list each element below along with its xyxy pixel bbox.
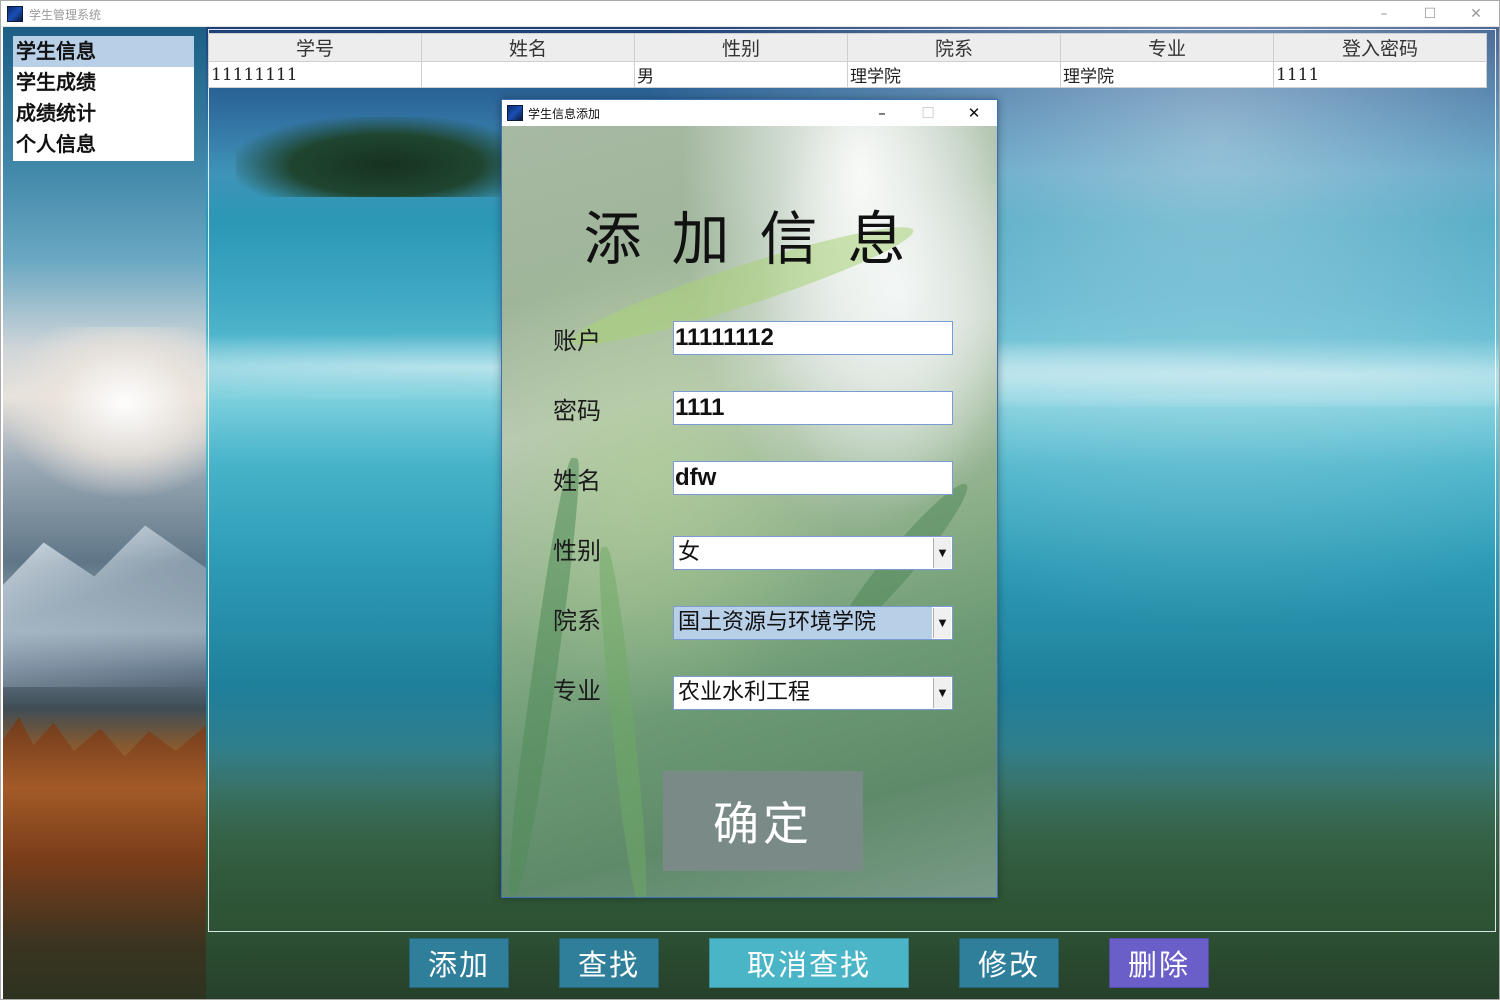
leaf-decoration <box>593 545 653 897</box>
dialog-maximize-button: ☐ <box>921 104 935 122</box>
dialog-body: 添加信息 账户 密码 姓名 性别 女 ▼ 院系 国土资源与环境学院 ▼ 专业 农… <box>502 126 997 897</box>
dialog-app-icon <box>507 105 523 121</box>
student-table: 学号 姓名 性别 院系 专业 登入密码 11111111 男 理学院 理学院 1… <box>208 33 1487 88</box>
mountain-decoration <box>3 525 206 687</box>
column-header-student-id[interactable]: 学号 <box>208 33 422 62</box>
gender-select-value: 女 <box>678 540 701 565</box>
table-cell[interactable]: 男 <box>634 61 848 88</box>
sidebar-item-student-info[interactable]: 学生信息 <box>13 36 194 67</box>
name-field[interactable] <box>673 461 953 495</box>
table-row[interactable]: 11111111 男 理学院 理学院 1111 <box>208 61 1487 88</box>
table-cell[interactable]: 11111111 <box>208 61 422 88</box>
name-label: 姓名 <box>553 467 601 495</box>
dialog-heading: 添加信息 <box>583 205 936 273</box>
add-button[interactable]: 添加 <box>409 938 509 988</box>
account-label: 账户 <box>553 327 601 355</box>
sidebar-nav: 学生信息 学生成绩 成绩统计 个人信息 <box>13 36 194 161</box>
column-header-major[interactable]: 专业 <box>1060 33 1274 62</box>
table-cell[interactable] <box>421 61 635 88</box>
gender-label: 性别 <box>553 537 601 565</box>
column-header-password[interactable]: 登入密码 <box>1273 33 1487 62</box>
account-field[interactable] <box>673 321 953 355</box>
edit-button[interactable]: 修改 <box>959 938 1059 988</box>
minimize-button[interactable]: – <box>1361 1 1407 27</box>
column-header-name[interactable]: 姓名 <box>421 33 635 62</box>
app-icon <box>7 6 23 22</box>
chevron-down-icon[interactable]: ▼ <box>933 608 951 638</box>
department-label: 院系 <box>553 607 601 635</box>
cloud-decoration <box>3 327 206 497</box>
chevron-down-icon[interactable]: ▼ <box>933 538 951 568</box>
delete-button[interactable]: 删除 <box>1109 938 1209 988</box>
column-header-gender[interactable]: 性别 <box>634 33 848 62</box>
major-select[interactable]: 农业水利工程 ▼ <box>673 676 953 710</box>
sidebar-item-score-stats[interactable]: 成绩统计 <box>13 98 194 129</box>
department-select-value: 国土资源与环境学院 <box>674 607 932 639</box>
sidebar-item-personal-info[interactable]: 个人信息 <box>13 129 194 160</box>
table-cell[interactable]: 1111 <box>1273 61 1487 88</box>
dialog-close-button[interactable]: ✕ <box>951 100 997 126</box>
password-field[interactable] <box>673 391 953 425</box>
window-controls: – ☐ ✕ <box>1361 1 1499 27</box>
chevron-down-icon[interactable]: ▼ <box>933 678 951 708</box>
password-label: 密码 <box>553 397 601 425</box>
maximize-button[interactable]: ☐ <box>1407 1 1453 27</box>
table-header-row: 学号 姓名 性别 院系 专业 登入密码 <box>208 33 1487 62</box>
main-titlebar: 学生管理系统 – ☐ ✕ <box>1 1 1499 27</box>
sidebar-item-student-scores[interactable]: 学生成绩 <box>13 67 194 98</box>
close-button[interactable]: ✕ <box>1453 1 1499 27</box>
add-student-dialog: 学生信息添加 – ☐ ✕ 添加信息 账户 密码 姓名 性别 女 ▼ 院系 国土资… <box>501 99 998 898</box>
dialog-titlebar: 学生信息添加 – ☐ ✕ <box>502 100 997 126</box>
column-header-department[interactable]: 院系 <box>847 33 1061 62</box>
department-select[interactable]: 国土资源与环境学院 ▼ <box>673 606 953 640</box>
table-cell[interactable]: 理学院 <box>1060 61 1274 88</box>
forest-decoration <box>3 717 206 999</box>
action-bar: 添加 查找 取消查找 修改 删除 <box>206 931 1499 999</box>
window-title: 学生管理系统 <box>29 8 102 22</box>
table-cell[interactable]: 理学院 <box>847 61 1061 88</box>
left-scenic-panel <box>3 27 206 999</box>
dialog-title: 学生信息添加 <box>528 107 601 121</box>
dialog-window-controls: – ☐ ✕ <box>859 100 997 126</box>
confirm-button[interactable]: 确定 <box>663 771 863 871</box>
major-label: 专业 <box>553 677 601 705</box>
search-button[interactable]: 查找 <box>559 938 659 988</box>
major-select-value: 农业水利工程 <box>678 680 811 705</box>
cancel-search-button[interactable]: 取消查找 <box>709 938 909 988</box>
gender-select[interactable]: 女 ▼ <box>673 536 953 570</box>
dialog-minimize-button[interactable]: – <box>859 100 905 126</box>
